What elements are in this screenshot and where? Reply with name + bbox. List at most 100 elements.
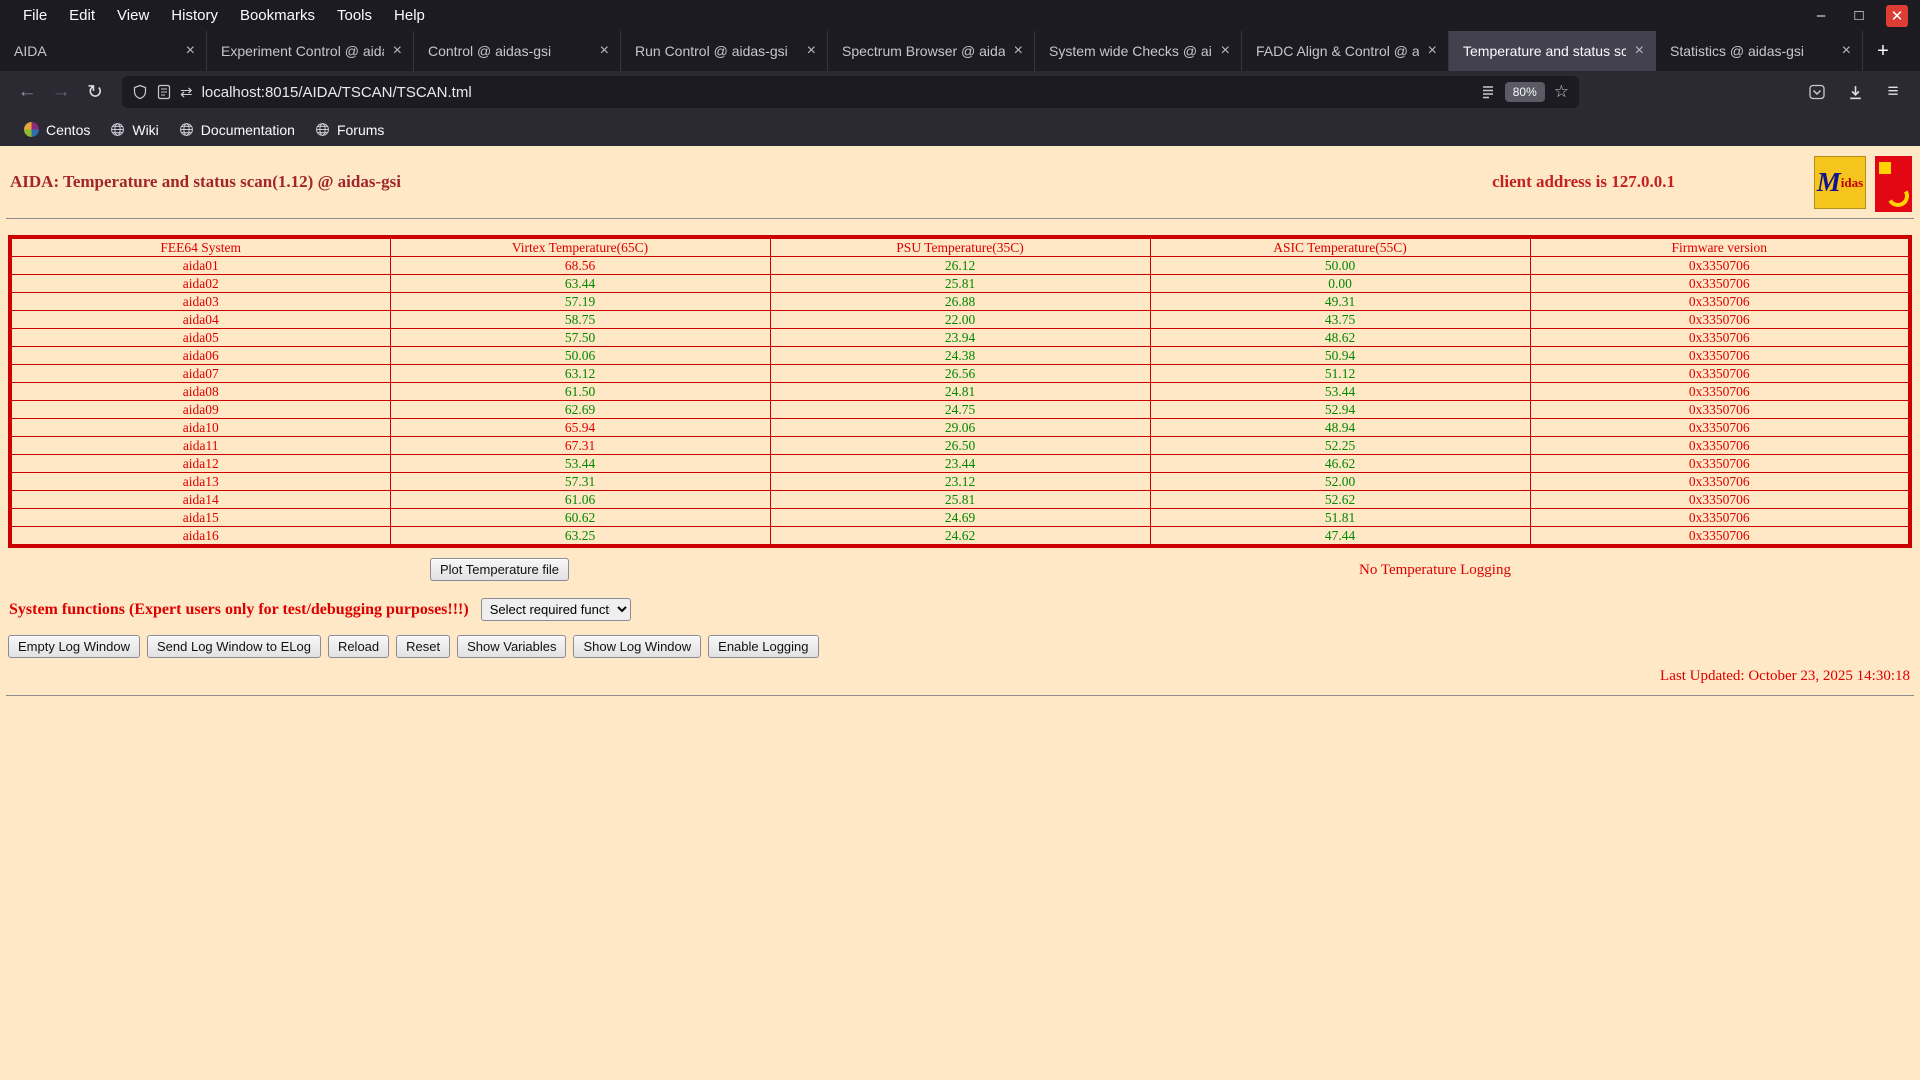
- cell-system: aida07: [10, 365, 390, 383]
- cell-psu: 29.06: [770, 419, 1150, 437]
- cell-psu: 23.44: [770, 455, 1150, 473]
- bookmark-wiki[interactable]: Wiki: [100, 118, 168, 142]
- enable-logging-button[interactable]: Enable Logging: [708, 635, 818, 658]
- table-row: aida0357.1926.8849.310x3350706: [10, 293, 1910, 311]
- cell-system: aida10: [10, 419, 390, 437]
- cell-virtex: 53.44: [390, 455, 770, 473]
- tab-system-wide-checks-aid[interactable]: System wide Checks @ aid×: [1035, 31, 1242, 71]
- cell-system: aida16: [10, 527, 390, 547]
- menu-help[interactable]: Help: [383, 7, 436, 24]
- menu-bookmarks[interactable]: Bookmarks: [229, 7, 326, 24]
- maximize-button[interactable]: □: [1848, 5, 1870, 27]
- menu-items: FileEditViewHistoryBookmarksToolsHelp: [12, 7, 436, 24]
- reload-button[interactable]: ↻: [78, 76, 112, 108]
- close-window-button[interactable]: ✕: [1886, 5, 1908, 27]
- temperature-table-body: aida0168.5626.1250.000x3350706aida0263.4…: [10, 257, 1910, 547]
- url-text[interactable]: localhost:8015/AIDA/TSCAN/TSCAN.tml: [202, 84, 1471, 101]
- reader-mode-icon[interactable]: [1480, 84, 1496, 100]
- cell-firmware: 0x3350706: [1530, 473, 1910, 491]
- cell-virtex: 67.31: [390, 437, 770, 455]
- minimize-button[interactable]: –: [1810, 5, 1832, 27]
- downloads-icon[interactable]: [1838, 76, 1872, 108]
- back-button[interactable]: ←: [10, 76, 44, 108]
- cell-virtex: 61.50: [390, 383, 770, 401]
- menu-file[interactable]: File: [12, 7, 58, 24]
- plot-temperature-button[interactable]: Plot Temperature file: [430, 558, 569, 581]
- page-title: AIDA: Temperature and status scan(1.12) …: [10, 172, 401, 192]
- tab-control-aidas-gsi[interactable]: Control @ aidas-gsi×: [414, 31, 621, 71]
- shield-icon[interactable]: [132, 84, 148, 100]
- action-buttons-row: Empty Log Window Send Log Window to ELog R…: [8, 635, 1920, 658]
- tab-close-icon[interactable]: ×: [390, 42, 405, 60]
- cell-firmware: 0x3350706: [1530, 347, 1910, 365]
- tab-label: FADC Align & Control @ ai: [1256, 43, 1419, 59]
- function-select[interactable]: Select required function: [481, 598, 631, 621]
- cell-psu: 26.88: [770, 293, 1150, 311]
- menu-view[interactable]: View: [106, 7, 160, 24]
- empty-log-window-button[interactable]: Empty Log Window: [8, 635, 140, 658]
- menu-edit[interactable]: Edit: [58, 7, 106, 24]
- tab-close-icon[interactable]: ×: [1839, 42, 1854, 60]
- tab-temperature-and-status-sc[interactable]: Temperature and status sc ×: [1449, 31, 1656, 71]
- tab-close-icon[interactable]: ×: [183, 42, 198, 60]
- tab-close-icon[interactable]: ×: [1011, 42, 1026, 60]
- bookmark-forums[interactable]: Forums: [305, 118, 394, 142]
- bookmark-centos[interactable]: Centos: [14, 118, 100, 142]
- tab-statistics-aidas-gsi[interactable]: Statistics @ aidas-gsi×: [1656, 31, 1863, 71]
- table-row: aida0263.4425.810.000x3350706: [10, 275, 1910, 293]
- tab-spectrum-browser-aidas[interactable]: Spectrum Browser @ aidas×: [828, 31, 1035, 71]
- tab-label: Temperature and status sc: [1463, 43, 1626, 59]
- cell-virtex: 63.12: [390, 365, 770, 383]
- cell-virtex: 68.56: [390, 257, 770, 275]
- tab-aida[interactable]: AIDA×: [0, 31, 207, 71]
- cell-virtex: 57.19: [390, 293, 770, 311]
- tab-bar: AIDA×Experiment Control @ aida×Control @…: [0, 31, 1920, 71]
- last-updated: Last Updated: October 23, 2025 14:30:18: [0, 668, 1910, 685]
- logos: Midas: [1814, 156, 1912, 212]
- tab-run-control-aidas-gsi[interactable]: Run Control @ aidas-gsi×: [621, 31, 828, 71]
- divider-top: [6, 218, 1914, 219]
- url-bar[interactable]: ⇄ localhost:8015/AIDA/TSCAN/TSCAN.tml 80…: [122, 76, 1579, 108]
- cell-psu: 24.69: [770, 509, 1150, 527]
- browser-chrome: FileEditViewHistoryBookmarksToolsHelp – …: [0, 0, 1920, 146]
- cell-firmware: 0x3350706: [1530, 329, 1910, 347]
- table-row: aida0962.6924.7552.940x3350706: [10, 401, 1910, 419]
- cell-asic: 50.94: [1150, 347, 1530, 365]
- table-row: aida0557.5023.9448.620x3350706: [10, 329, 1910, 347]
- tab-close-icon[interactable]: ×: [804, 42, 819, 60]
- menu-tools[interactable]: Tools: [326, 7, 383, 24]
- tab-label: Experiment Control @ aida: [221, 43, 384, 59]
- show-variables-button[interactable]: Show Variables: [457, 635, 566, 658]
- page-icon[interactable]: [157, 84, 171, 100]
- menu-icon[interactable]: ≡: [1876, 76, 1910, 108]
- tab-close-icon[interactable]: ×: [1632, 42, 1647, 60]
- cell-psu: 25.81: [770, 491, 1150, 509]
- tab-fadc-align-control-ai[interactable]: FADC Align & Control @ ai ×: [1242, 31, 1449, 71]
- tab-experiment-control-aida[interactable]: Experiment Control @ aida ×: [207, 31, 414, 71]
- reload-button[interactable]: Reload: [328, 635, 389, 658]
- tab-close-icon[interactable]: ×: [1425, 42, 1440, 60]
- reset-button[interactable]: Reset: [396, 635, 450, 658]
- menu-history[interactable]: History: [160, 7, 229, 24]
- tab-close-icon[interactable]: ×: [1218, 42, 1233, 60]
- send-log-window-to-elog-button[interactable]: Send Log Window to ELog: [147, 635, 321, 658]
- pocket-icon[interactable]: [1800, 76, 1834, 108]
- bookmark-documentation[interactable]: Documentation: [169, 118, 305, 142]
- tab-strip: AIDA×Experiment Control @ aida×Control @…: [0, 31, 1863, 71]
- forward-button[interactable]: →: [44, 76, 78, 108]
- table-row: aida1461.0625.8152.620x3350706: [10, 491, 1910, 509]
- cell-virtex: 50.06: [390, 347, 770, 365]
- zoom-level-badge[interactable]: 80%: [1505, 82, 1545, 102]
- centos-icon: [24, 122, 39, 137]
- globe-icon: [179, 122, 194, 137]
- bookmark-star-icon[interactable]: ☆: [1554, 82, 1569, 102]
- new-tab-button[interactable]: +: [1863, 31, 1903, 71]
- cell-system: aida01: [10, 257, 390, 275]
- tab-close-icon[interactable]: ×: [597, 42, 612, 60]
- cell-firmware: 0x3350706: [1530, 509, 1910, 527]
- show-log-window-button[interactable]: Show Log Window: [573, 635, 701, 658]
- table-header-row: FEE64 SystemVirtex Temperature(65C)PSU T…: [10, 237, 1910, 257]
- cell-psu: 26.56: [770, 365, 1150, 383]
- cell-firmware: 0x3350706: [1530, 311, 1910, 329]
- cell-asic: 48.94: [1150, 419, 1530, 437]
